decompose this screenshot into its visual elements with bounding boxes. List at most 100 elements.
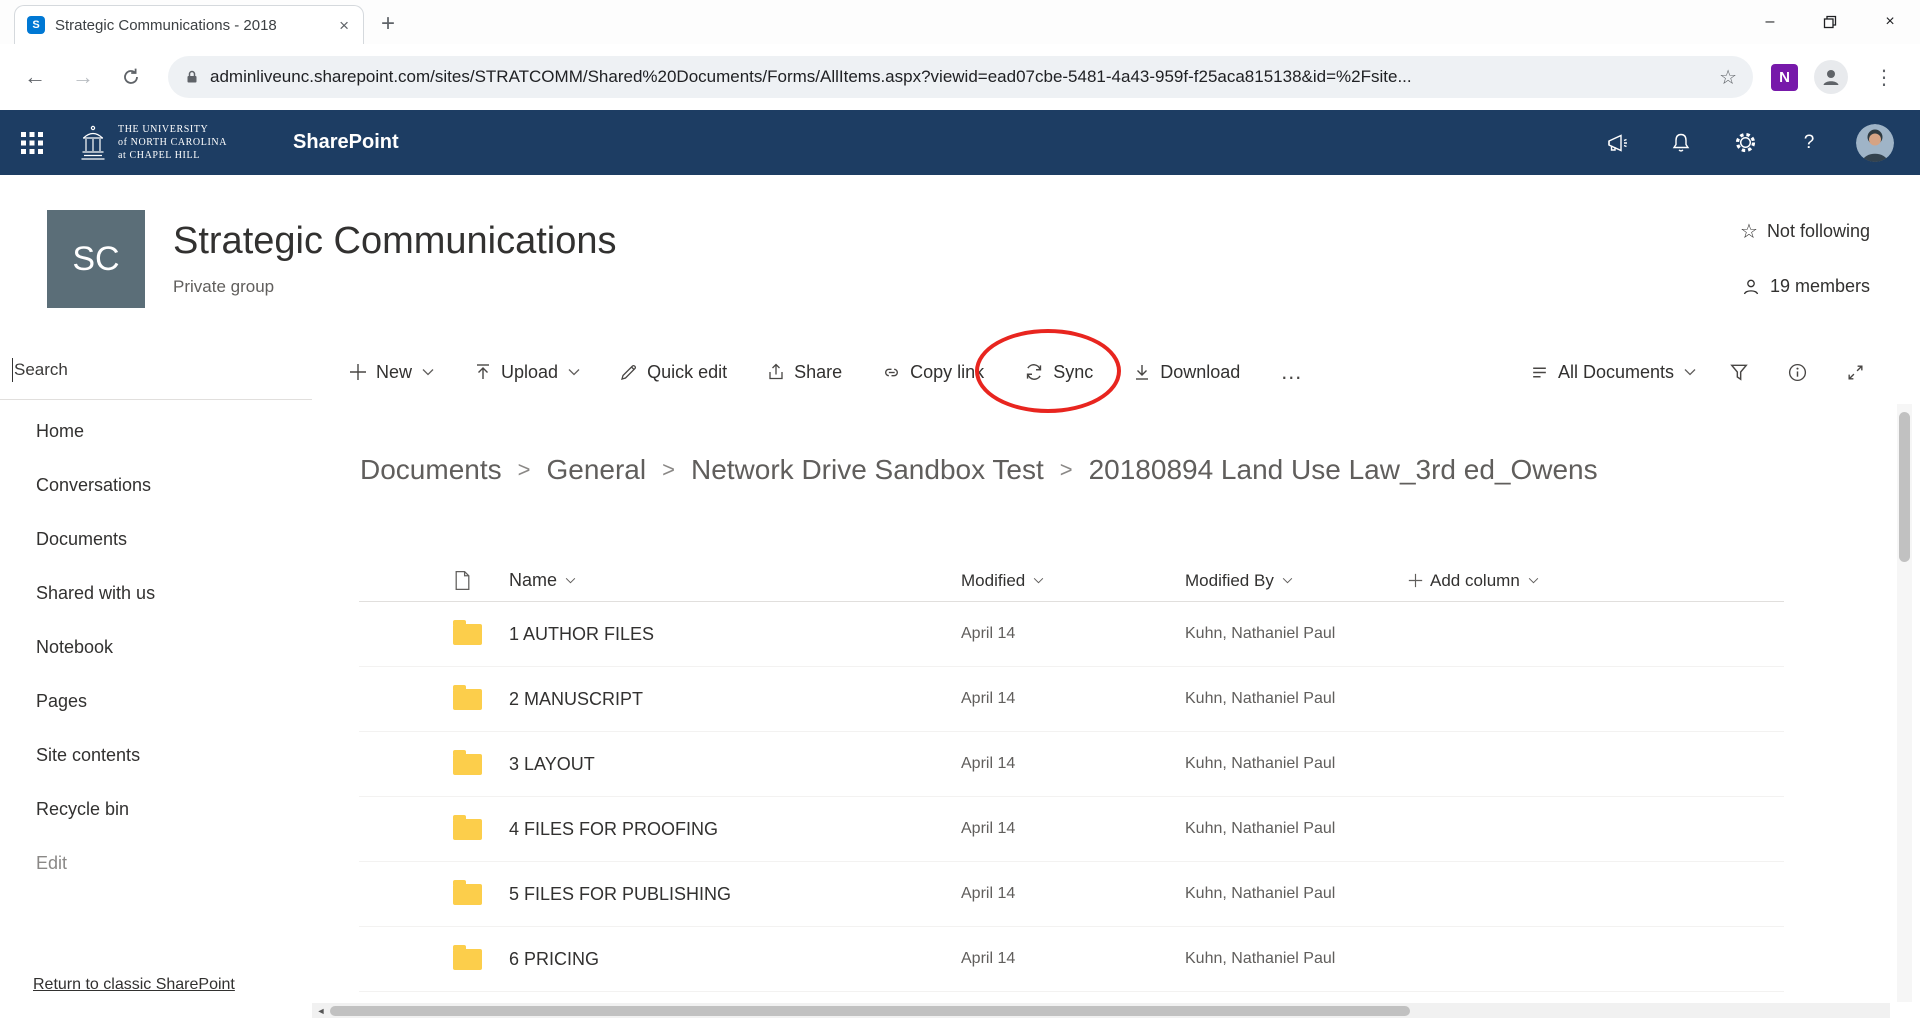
unc-logo[interactable]: THE UNIVERSITY of NORTH CAROLINA at CHAP…: [78, 123, 227, 162]
filter-funnel-icon[interactable]: [1724, 357, 1754, 387]
members-button[interactable]: 19 members: [1741, 276, 1870, 297]
members-person-icon: [1741, 277, 1761, 297]
main-panel: New Upload Quick edit: [312, 340, 1920, 1020]
copy-link-button[interactable]: Copy link: [882, 362, 984, 383]
modified-cell: April 14: [961, 950, 1185, 968]
table-row[interactable]: 2 MANUSCRIPT April 14 Kuhn, Nathaniel Pa…: [359, 667, 1784, 732]
command-bar-right: All Documents: [1530, 357, 1870, 387]
sidebar-item-notebook[interactable]: Notebook: [0, 620, 312, 674]
new-tab-button[interactable]: +: [372, 8, 404, 40]
bookmark-star-icon[interactable]: ☆: [1719, 65, 1737, 90]
table-header-row: Name Modified Modified By: [359, 560, 1784, 602]
window-restore-button[interactable]: [1800, 0, 1860, 44]
settings-gear-icon[interactable]: [1728, 126, 1762, 160]
breadcrumb-separator: >: [662, 457, 675, 483]
folder-name-link[interactable]: 5 FILES FOR PUBLISHING: [509, 884, 961, 905]
site-logo-tile[interactable]: SC: [47, 210, 145, 308]
notifications-bell-icon[interactable]: [1664, 126, 1698, 160]
breadcrumb-network-drive-sandbox-test[interactable]: Network Drive Sandbox Test: [691, 454, 1044, 486]
browser-menu-icon[interactable]: ⋮: [1864, 65, 1904, 90]
folder-name-link[interactable]: 3 LAYOUT: [509, 754, 961, 775]
scroll-left-arrow-icon[interactable]: ◄: [312, 1006, 330, 1016]
info-icon[interactable]: [1782, 357, 1812, 387]
help-icon[interactable]: ?: [1792, 126, 1826, 160]
expand-diagonal-icon[interactable]: [1840, 357, 1870, 387]
breadcrumb-current-folder[interactable]: 20180894 Land Use Law_3rd ed_Owens: [1089, 454, 1598, 486]
sidebar-item-shared-with-us[interactable]: Shared with us: [0, 566, 312, 620]
vertical-scrollbar[interactable]: [1897, 404, 1912, 1002]
upload-icon: [474, 363, 492, 381]
table-row[interactable]: 6 PRICING April 14 Kuhn, Nathaniel Paul: [359, 927, 1784, 992]
column-header-name[interactable]: Name: [509, 570, 576, 591]
url-text[interactable]: adminliveunc.sharepoint.com/sites/STRATC…: [210, 67, 1709, 87]
suite-bar-actions: ?: [1600, 124, 1894, 162]
folder-name-link[interactable]: 4 FILES FOR PROOFING: [509, 819, 961, 840]
horizontal-scrollbar[interactable]: ◄: [312, 1003, 1890, 1018]
sync-icon: [1024, 362, 1044, 382]
sharepoint-brand[interactable]: SharePoint: [293, 131, 399, 154]
download-button[interactable]: Download: [1133, 362, 1240, 383]
overflow-menu-button[interactable]: …: [1280, 359, 1304, 385]
sharepoint-favicon-icon: S: [27, 16, 45, 34]
return-to-classic-link[interactable]: Return to classic SharePoint: [33, 976, 235, 994]
site-privacy-label: Private group: [173, 277, 617, 297]
folder-icon: [453, 689, 482, 710]
table-row[interactable]: 5 FILES FOR PUBLISHING April 14 Kuhn, Na…: [359, 862, 1784, 927]
reload-button[interactable]: [112, 58, 150, 96]
sidebar-item-documents[interactable]: Documents: [0, 512, 312, 566]
horizontal-scrollbar-thumb[interactable]: [330, 1006, 1410, 1016]
account-avatar[interactable]: [1856, 124, 1894, 162]
table-row[interactable]: 3 LAYOUT April 14 Kuhn, Nathaniel Paul: [359, 732, 1784, 797]
announcement-megaphone-icon[interactable]: [1600, 126, 1634, 160]
folder-name-link[interactable]: 6 PRICING: [509, 949, 961, 970]
tab-close-icon[interactable]: ×: [337, 17, 351, 34]
forward-button[interactable]: →: [64, 58, 102, 96]
vertical-scrollbar-thumb[interactable]: [1899, 412, 1910, 562]
upload-button[interactable]: Upload: [474, 362, 580, 383]
sidebar-item-home[interactable]: Home: [0, 404, 312, 458]
sidebar-item-recycle-bin[interactable]: Recycle bin: [0, 782, 312, 836]
sidebar-item-pages[interactable]: Pages: [0, 674, 312, 728]
add-column-button[interactable]: Add column: [1408, 571, 1539, 591]
browser-tab-strip: S Strategic Communications - 2018 × + – …: [0, 0, 1920, 44]
folder-name-link[interactable]: 1 AUTHOR FILES: [509, 624, 961, 645]
column-header-modified-by[interactable]: Modified By: [1185, 571, 1293, 591]
sync-button[interactable]: Sync: [1024, 362, 1093, 383]
window-minimize-button[interactable]: –: [1740, 0, 1800, 44]
onenote-extension-icon[interactable]: N: [1771, 64, 1798, 91]
app-launcher-waffle-icon[interactable]: [0, 110, 64, 175]
column-header-modified[interactable]: Modified: [961, 571, 1044, 591]
breadcrumb-general[interactable]: General: [546, 454, 646, 486]
sidebar-item-edit[interactable]: Edit: [0, 836, 312, 890]
site-info: Strategic Communications Private group: [173, 210, 617, 340]
view-selector-all-documents[interactable]: All Documents: [1530, 362, 1696, 383]
address-bar[interactable]: adminliveunc.sharepoint.com/sites/STRATC…: [168, 56, 1753, 98]
chevron-down-icon: [422, 368, 434, 376]
browser-tab[interactable]: S Strategic Communications - 2018 ×: [14, 5, 364, 44]
chevron-down-icon: [568, 368, 580, 376]
plus-icon: [1408, 573, 1423, 588]
table-row[interactable]: 4 FILES FOR PROOFING April 14 Kuhn, Nath…: [359, 797, 1784, 862]
search-input[interactable]: [14, 360, 264, 380]
back-button[interactable]: ←: [16, 58, 54, 96]
sidebar-item-conversations[interactable]: Conversations: [0, 458, 312, 512]
share-button[interactable]: Share: [767, 362, 842, 383]
window-close-button[interactable]: ×: [1860, 0, 1920, 44]
chevron-down-icon: [1033, 577, 1044, 584]
folder-icon: [453, 819, 482, 840]
sidebar-item-site-contents[interactable]: Site contents: [0, 728, 312, 782]
modified-cell: April 14: [961, 625, 1185, 643]
breadcrumb-documents[interactable]: Documents: [360, 454, 502, 486]
site-header: SC Strategic Communications Private grou…: [0, 175, 1920, 340]
quick-edit-button[interactable]: Quick edit: [620, 362, 727, 383]
table-row[interactable]: 1 AUTHOR FILES April 14 Kuhn, Nathaniel …: [359, 602, 1784, 667]
suite-bar: THE UNIVERSITY of NORTH CAROLINA at CHAP…: [0, 110, 1920, 175]
browser-profile-icon[interactable]: [1814, 60, 1848, 94]
chevron-down-icon: [565, 577, 576, 584]
follow-button[interactable]: ☆ Not following: [1740, 219, 1870, 244]
follow-star-icon: ☆: [1740, 219, 1758, 244]
sidebar: Home Conversations Documents Shared with…: [0, 340, 312, 1020]
folder-name-link[interactable]: 2 MANUSCRIPT: [509, 689, 961, 710]
modified-by-cell: Kuhn, Nathaniel Paul: [1185, 690, 1408, 708]
new-button[interactable]: New: [349, 362, 434, 383]
